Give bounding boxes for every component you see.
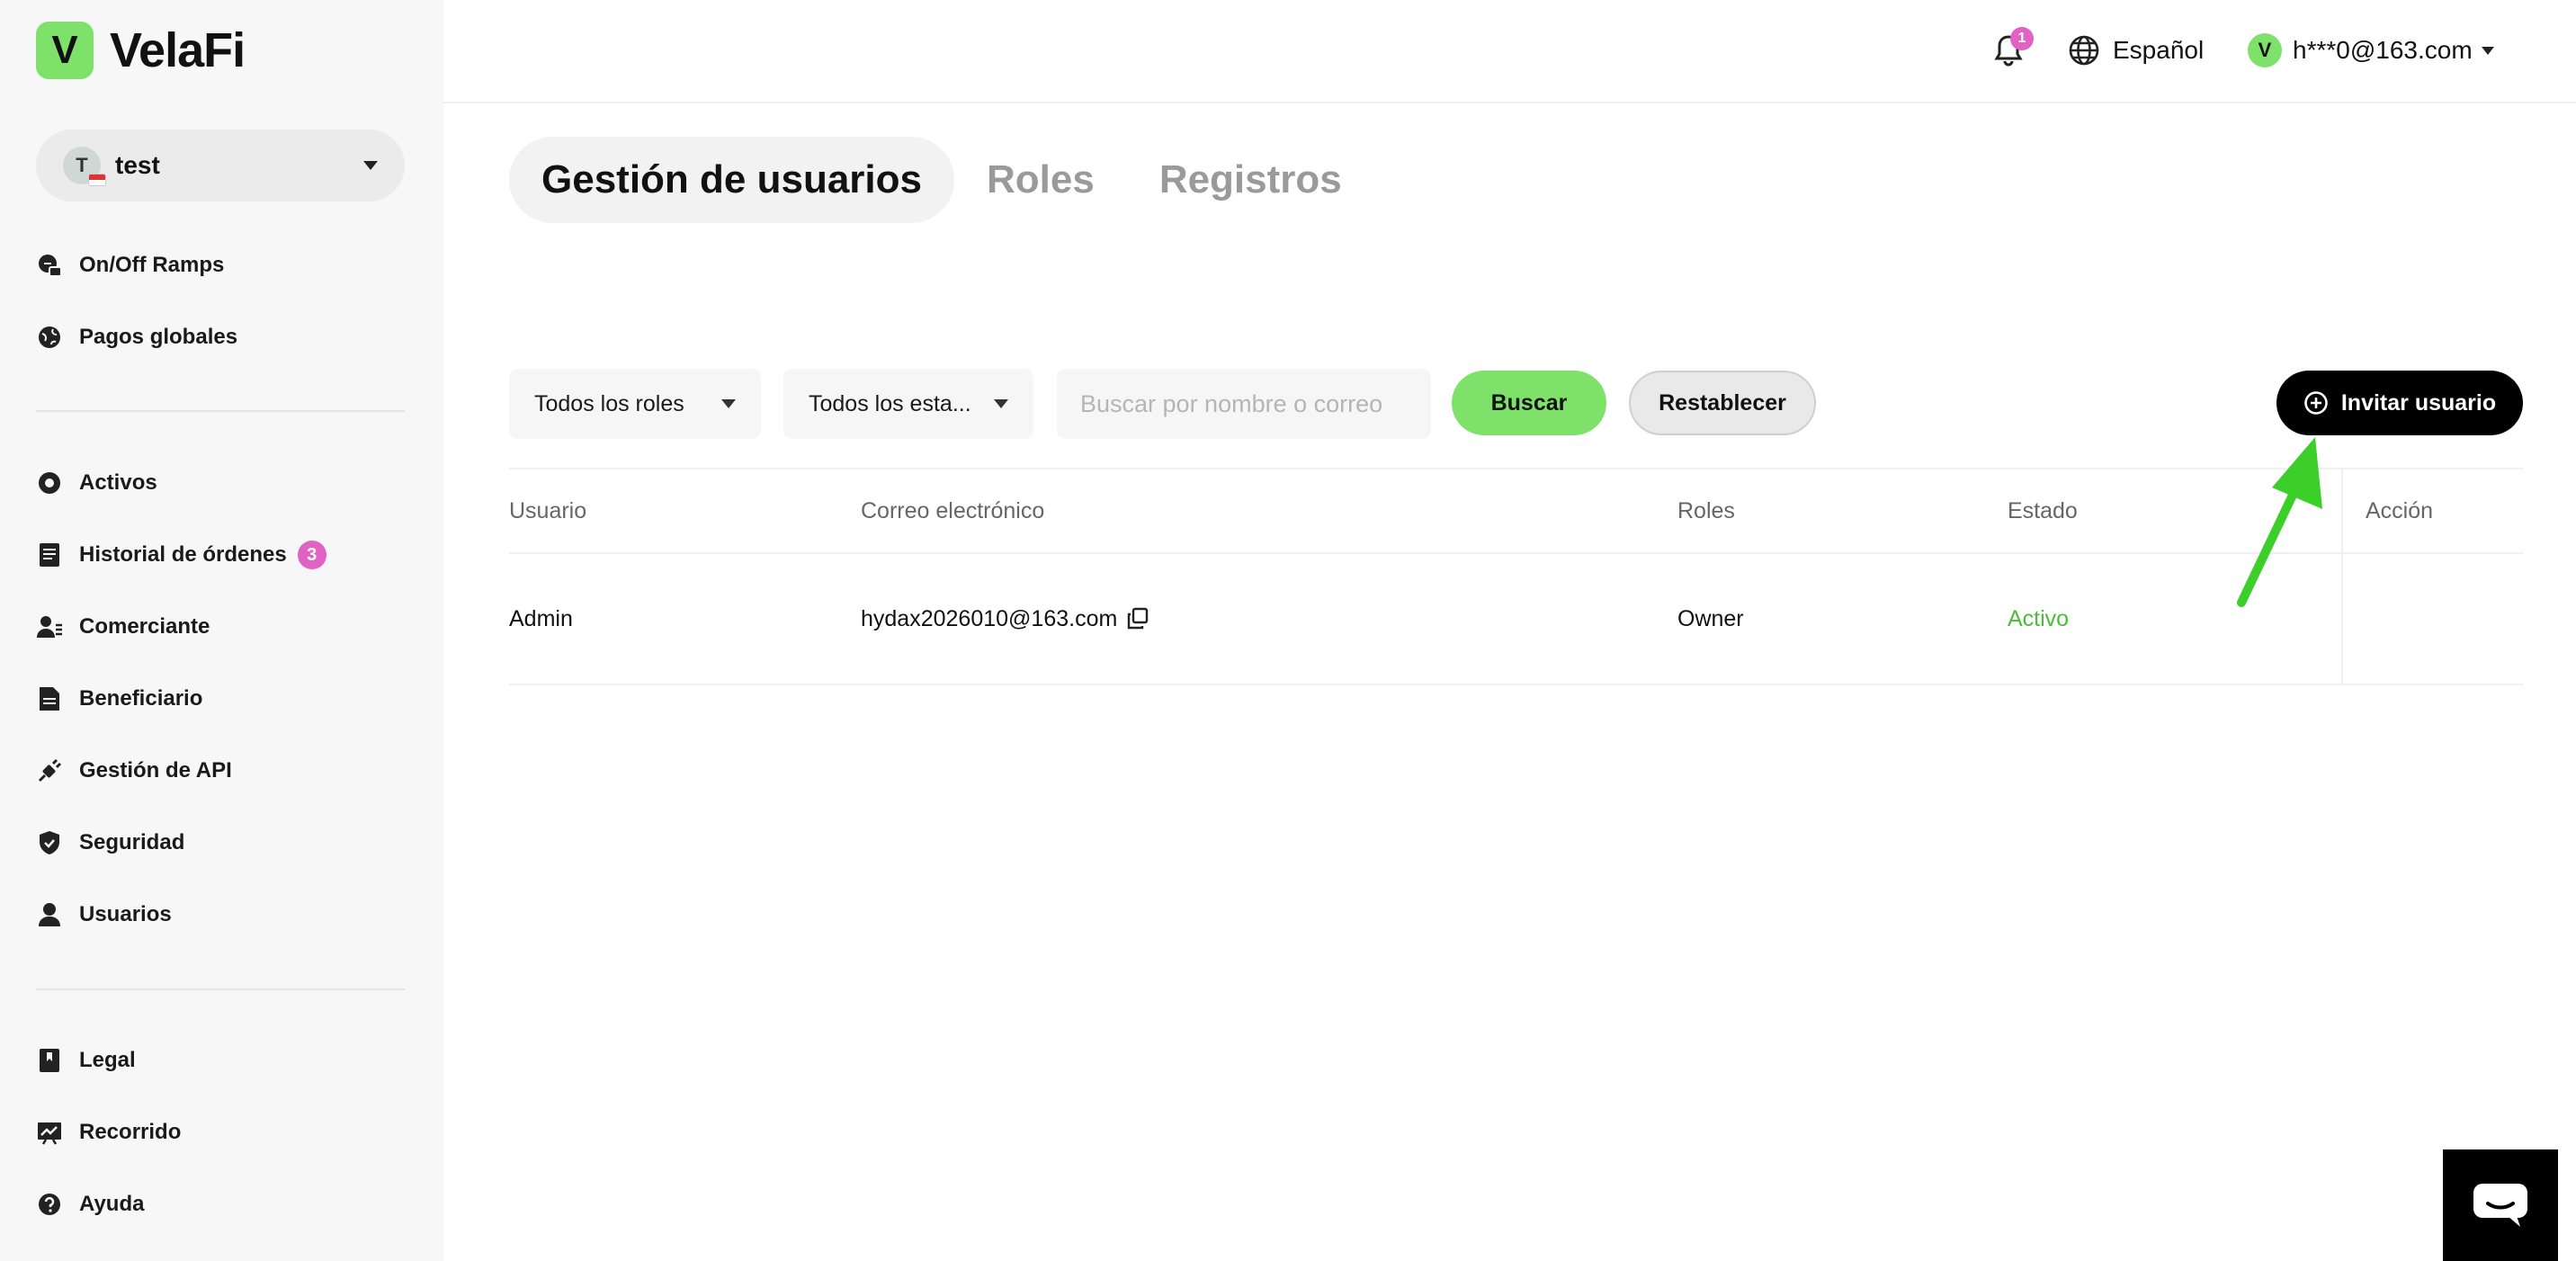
status-badge: Activo bbox=[2008, 605, 2070, 631]
sidebar-divider bbox=[36, 988, 405, 990]
column-divider bbox=[2341, 470, 2343, 552]
sidebar-item-label: Beneficiario bbox=[79, 686, 203, 711]
ramp-icon bbox=[36, 252, 63, 279]
sidebar-item-beneficiario[interactable]: Beneficiario bbox=[36, 663, 405, 735]
language-label: Español bbox=[2113, 36, 2205, 64]
cell-role: Owner bbox=[1677, 605, 1744, 631]
sidebar-item-label: Activos bbox=[79, 470, 157, 495]
chevron-down-icon bbox=[721, 399, 736, 408]
document-icon bbox=[36, 541, 63, 568]
column-divider bbox=[2341, 554, 2343, 684]
tour-icon bbox=[36, 1119, 63, 1146]
invite-user-label: Invitar usuario bbox=[2340, 389, 2497, 416]
sidebar-item-label: Gestión de API bbox=[79, 758, 232, 783]
chat-icon bbox=[2473, 1184, 2527, 1227]
cell-email: hydax2026010@163.com bbox=[861, 554, 1149, 684]
copy-icon[interactable] bbox=[1126, 607, 1149, 630]
sidebar-item-historial[interactable]: Historial de órdenes 3 bbox=[36, 519, 405, 591]
status-filter-select[interactable]: Todos los esta... bbox=[783, 369, 1033, 439]
flag-icon bbox=[88, 174, 106, 186]
status-filter-value: Todos los esta... bbox=[809, 390, 971, 416]
roles-filter-value: Todos los roles bbox=[534, 390, 684, 416]
api-icon bbox=[36, 757, 63, 784]
avatar: V bbox=[2248, 33, 2282, 67]
account-email: h***0@163.com bbox=[2293, 36, 2473, 64]
globe-icon bbox=[36, 324, 63, 351]
sidebar-item-label: Usuarios bbox=[79, 902, 172, 926]
reset-button[interactable]: Restablecer bbox=[1629, 371, 1816, 435]
merchant-icon bbox=[36, 613, 63, 640]
beneficiary-icon bbox=[36, 685, 63, 712]
chevron-down-icon bbox=[2481, 46, 2494, 55]
invite-user-button[interactable]: Invitar usuario bbox=[2276, 371, 2523, 435]
sidebar-item-label: Pagos globales bbox=[79, 325, 238, 349]
sidebar-item-recorrido[interactable]: Recorrido bbox=[36, 1096, 405, 1168]
tab-roles[interactable]: Roles bbox=[954, 137, 1127, 223]
tab-registros[interactable]: Registros bbox=[1127, 137, 1374, 223]
column-header-correo: Correo electrónico bbox=[861, 497, 1045, 523]
chevron-down-icon bbox=[363, 161, 378, 170]
org-selector[interactable]: T test bbox=[36, 130, 405, 201]
sidebar-item-api[interactable]: Gestión de API bbox=[36, 735, 405, 807]
chat-widget-button[interactable] bbox=[2443, 1149, 2558, 1261]
sidebar-item-label: Comerciante bbox=[79, 614, 210, 639]
search-input[interactable] bbox=[1057, 369, 1431, 439]
language-selector[interactable]: Español bbox=[2068, 31, 2204, 70]
tab-gestion-usuarios[interactable]: Gestión de usuarios bbox=[509, 137, 954, 223]
org-avatar: T bbox=[63, 147, 106, 186]
search-button[interactable]: Buscar bbox=[1452, 371, 1606, 435]
logo-text: VelaFi bbox=[110, 23, 246, 77]
org-initial: T bbox=[76, 154, 88, 176]
table-header: Usuario Correo electrónico Roles Estado … bbox=[509, 468, 2523, 554]
column-header-roles: Roles bbox=[1677, 497, 1735, 523]
order-count-badge: 3 bbox=[297, 541, 326, 569]
plus-circle-icon bbox=[2303, 390, 2329, 416]
column-header-usuario: Usuario bbox=[509, 497, 587, 523]
roles-filter-select[interactable]: Todos los roles bbox=[509, 369, 761, 439]
sidebar-item-label: Legal bbox=[79, 1048, 136, 1072]
legal-icon bbox=[36, 1047, 63, 1074]
shield-icon bbox=[36, 829, 63, 856]
cell-user: Admin bbox=[509, 605, 573, 631]
email-text: hydax2026010@163.com bbox=[861, 605, 1118, 631]
table-row: Admin hydax2026010@163.com Owner Activo bbox=[509, 554, 2523, 685]
top-header: 1 Español V h***0@163.com bbox=[443, 0, 2576, 103]
account-menu[interactable]: V h***0@163.com bbox=[2248, 31, 2494, 70]
sidebar-item-label: Recorrido bbox=[79, 1120, 182, 1144]
sidebar: V VelaFi T test On/Off Ramps Pagos globa… bbox=[0, 0, 443, 1261]
nav-group-3: Legal Recorrido Ayuda bbox=[36, 1024, 405, 1240]
sidebar-item-label: Seguridad bbox=[79, 830, 185, 854]
sidebar-item-label: Ayuda bbox=[79, 1192, 145, 1216]
nav-group-2: Activos Historial de órdenes 3 Comercian… bbox=[36, 447, 405, 951]
column-header-estado: Estado bbox=[2008, 497, 2078, 523]
globe-icon bbox=[2069, 35, 2099, 66]
annotation-arrow-icon bbox=[2237, 437, 2322, 607]
sidebar-item-ayuda[interactable]: Ayuda bbox=[36, 1168, 405, 1240]
sidebar-item-comerciante[interactable]: Comerciante bbox=[36, 591, 405, 663]
sidebar-item-label: Historial de órdenes bbox=[79, 542, 287, 567]
asset-icon bbox=[36, 470, 63, 496]
sidebar-divider bbox=[36, 410, 405, 412]
sidebar-item-legal[interactable]: Legal bbox=[36, 1024, 405, 1096]
logo-mark: V bbox=[36, 22, 94, 79]
sidebar-item-usuarios[interactable]: Usuarios bbox=[36, 879, 405, 951]
sidebar-item-activos[interactable]: Activos bbox=[36, 447, 405, 519]
sidebar-item-on-off-ramps[interactable]: On/Off Ramps bbox=[36, 229, 405, 301]
org-name: test bbox=[115, 151, 160, 179]
users-table: Usuario Correo electrónico Roles Estado … bbox=[509, 468, 2523, 685]
help-icon bbox=[36, 1191, 63, 1218]
chevron-down-icon bbox=[994, 399, 1008, 408]
user-icon bbox=[36, 901, 63, 928]
column-header-accion: Acción bbox=[2366, 497, 2434, 523]
sidebar-item-seguridad[interactable]: Seguridad bbox=[36, 807, 405, 879]
notification-badge: 1 bbox=[2010, 27, 2034, 50]
nav-group-1: On/Off Ramps Pagos globales bbox=[36, 229, 405, 373]
page-tabs: Gestión de usuarios Roles Registros bbox=[509, 137, 1374, 223]
sidebar-item-pagos-globales[interactable]: Pagos globales bbox=[36, 301, 405, 373]
logo[interactable]: V VelaFi bbox=[36, 22, 246, 79]
notification-button[interactable]: 1 bbox=[1990, 27, 2034, 68]
sidebar-item-label: On/Off Ramps bbox=[79, 253, 225, 277]
